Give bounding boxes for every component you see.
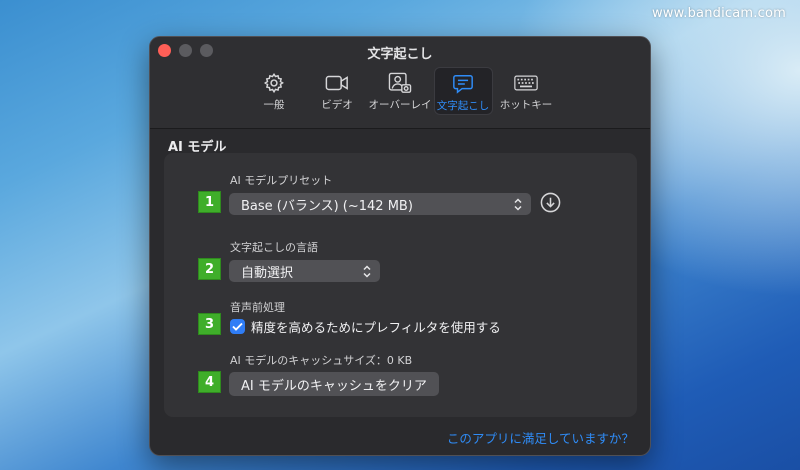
step-badge-2: 2 bbox=[198, 258, 221, 280]
feedback-link[interactable]: このアプリに満足していますか？ bbox=[447, 428, 634, 447]
tab-general-label: 一般 bbox=[263, 99, 285, 111]
chevron-updown-icon bbox=[362, 264, 372, 278]
preset-select-value: Base (バランス) (~142 MB) bbox=[241, 198, 413, 214]
cache-size-label: AI モデルのキャッシュサイズ：0 KB bbox=[230, 354, 413, 367]
speech-bubble-icon bbox=[451, 73, 475, 95]
tab-hotkeys-label: ホットキー bbox=[499, 99, 553, 111]
keyboard-icon bbox=[514, 72, 538, 94]
step-badge-1: 1 bbox=[198, 191, 221, 213]
tab-transcription[interactable]: 文字起こし bbox=[433, 67, 493, 115]
video-camera-icon bbox=[325, 72, 349, 94]
language-select[interactable]: 自動選択 bbox=[229, 260, 380, 282]
preset-label: AI モデルプリセット bbox=[230, 174, 333, 187]
tab-general[interactable]: 一般 bbox=[245, 67, 304, 115]
watermark: www.bandicam.com bbox=[651, 6, 786, 21]
preprocess-label: 音声前処理 bbox=[230, 301, 285, 314]
step-badge-3: 3 bbox=[198, 313, 221, 335]
tab-video-label: ビデオ bbox=[321, 99, 353, 111]
download-icon bbox=[540, 192, 561, 217]
tab-overlay[interactable]: オーバーレイ bbox=[368, 67, 432, 115]
language-label: 文字起こしの言語 bbox=[230, 241, 318, 254]
person-camera-icon bbox=[388, 72, 412, 94]
tab-transcription-label: 文字起こし bbox=[436, 100, 490, 112]
prefilter-checkbox-label: 精度を高めるためにプレフィルタを使用する bbox=[251, 320, 501, 335]
tab-video[interactable]: ビデオ bbox=[308, 67, 367, 115]
titlebar: 文字起こし 一般 ビデオ オーバーレイ 文字起こし ホットキー bbox=[150, 37, 650, 129]
window-title: 文字起こし bbox=[367, 47, 433, 62]
download-model-button[interactable] bbox=[539, 192, 561, 217]
prefilter-option[interactable]: 精度を高めるためにプレフィルタを使用する bbox=[230, 317, 501, 336]
language-select-value: 自動選択 bbox=[241, 265, 294, 281]
preset-select[interactable]: Base (バランス) (~142 MB) bbox=[229, 193, 531, 215]
chevron-updown-icon bbox=[513, 197, 523, 211]
step-badge-4: 4 bbox=[198, 371, 221, 393]
prefilter-checkbox[interactable] bbox=[230, 319, 245, 334]
tab-overlay-label: オーバーレイ bbox=[368, 99, 432, 111]
toolbar-tabs: 一般 ビデオ オーバーレイ 文字起こし ホットキー bbox=[150, 67, 650, 115]
settings-window: 文字起こし 一般 ビデオ オーバーレイ 文字起こし ホットキー AI モデル A… bbox=[149, 36, 651, 456]
clear-cache-button[interactable]: AI モデルのキャッシュをクリア bbox=[229, 372, 439, 396]
settings-card: AI モデルプリセット 1 Base (バランス) (~142 MB) 文字起こ… bbox=[164, 153, 637, 417]
tab-hotkeys[interactable]: ホットキー bbox=[497, 67, 556, 115]
gear-icon bbox=[262, 72, 286, 94]
